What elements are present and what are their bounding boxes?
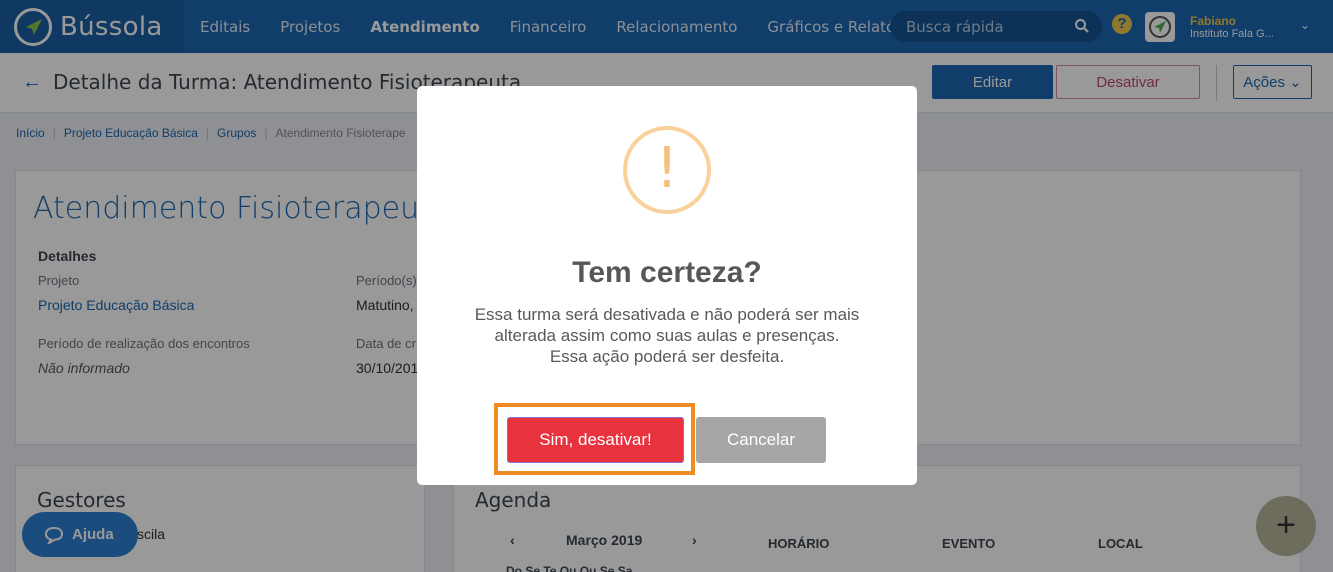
modal-message-line: alterada assim como suas aulas e presenç… [494,326,840,345]
modal-message: Essa turma será desativada e não poderá … [447,304,887,367]
warning-icon: ! [623,126,711,214]
modal-message-line: Essa turma será desativada e não poderá … [474,305,860,324]
modal-message-line: Essa ação poderá ser desfeita. [549,347,785,366]
confirm-modal: ! Tem certeza? Essa turma será desativad… [417,86,917,485]
cancel-button[interactable]: Cancelar [696,417,826,463]
confirm-deactivate-button[interactable]: Sim, desativar! [507,417,684,463]
modal-title: Tem certeza? [572,256,762,289]
